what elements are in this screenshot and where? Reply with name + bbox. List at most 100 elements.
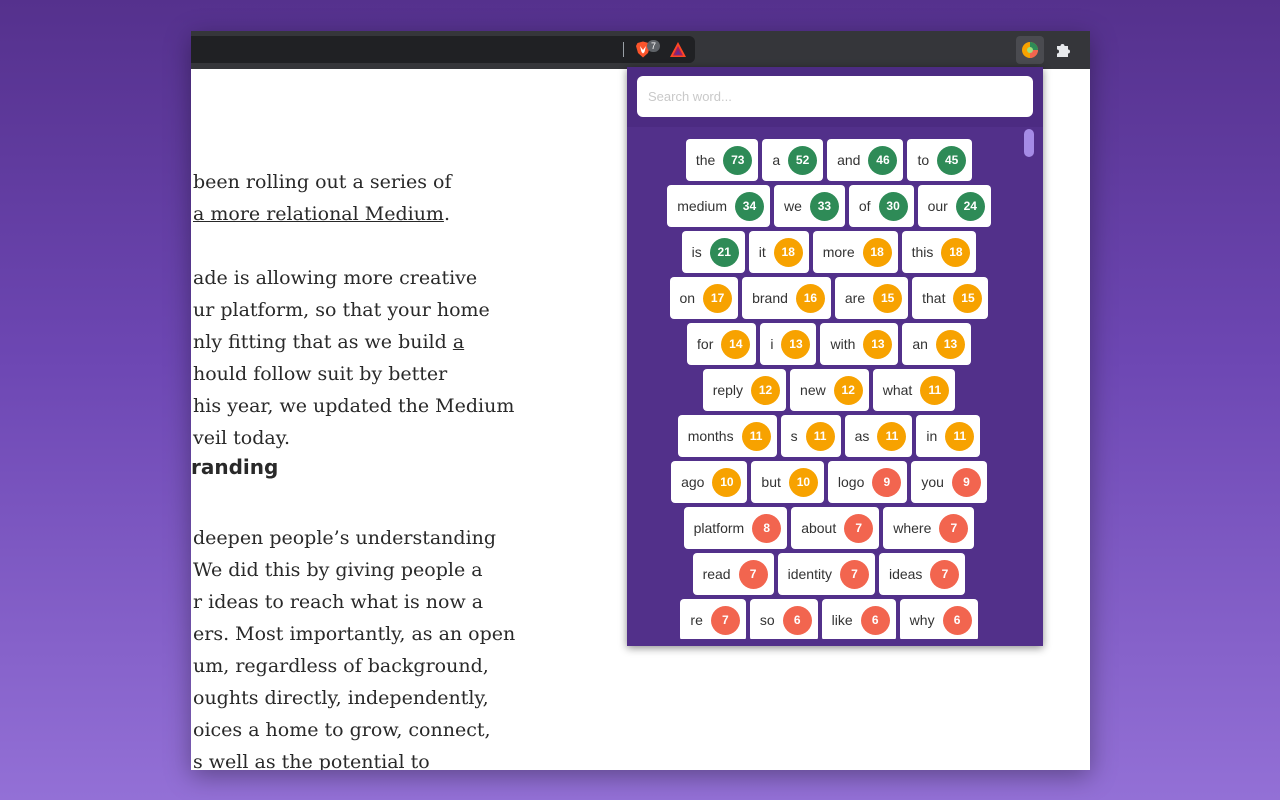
- word-label: a: [772, 152, 781, 168]
- word-chip[interactable]: ideas 7: [878, 553, 966, 595]
- word-chip[interactable]: on 17: [669, 277, 739, 319]
- word-label: to: [917, 152, 930, 168]
- word-count-badge: 8: [752, 513, 782, 543]
- word-label: about: [801, 520, 837, 536]
- word-chip[interactable]: but 10: [751, 461, 824, 503]
- word-count-badge: 14: [721, 329, 751, 359]
- word-count-badge: 33: [809, 191, 839, 221]
- word-chip[interactable]: medium 34: [667, 185, 770, 227]
- word-label: with: [830, 336, 856, 352]
- word-chip[interactable]: of 30: [848, 185, 914, 227]
- word-chip[interactable]: and 46: [827, 139, 904, 181]
- word-label: where: [893, 520, 932, 536]
- word-chip[interactable]: are 15: [834, 277, 909, 319]
- omnibox-divider: [623, 42, 624, 57]
- popup-header: [627, 67, 1043, 127]
- word-chip[interactable]: why 6: [899, 599, 978, 639]
- word-count-badge: 10: [788, 467, 818, 497]
- word-counter-extension-button[interactable]: [1016, 36, 1044, 64]
- bat-rewards-icon[interactable]: [669, 41, 687, 58]
- word-chip[interactable]: new 12: [790, 369, 869, 411]
- word-count-badge: 24: [955, 191, 985, 221]
- article-link[interactable]: a more relational Medium: [193, 203, 444, 225]
- word-chip[interactable]: with 13: [820, 323, 899, 365]
- word-chip[interactable]: to 45: [907, 139, 973, 181]
- word-chip[interactable]: reply 12: [702, 369, 787, 411]
- word-chip[interactable]: re 7: [680, 599, 746, 639]
- article-line: ade is allowing more creative: [193, 267, 478, 289]
- word-label: our: [927, 198, 948, 214]
- word-count-badge: 18: [941, 237, 971, 267]
- word-count-badge: 11: [945, 421, 975, 451]
- word-chip[interactable]: so 6: [749, 599, 818, 639]
- word-chip[interactable]: it 18: [748, 231, 809, 273]
- article-line: r ideas to reach what is now a: [193, 591, 484, 613]
- word-chip[interactable]: for 14: [687, 323, 757, 365]
- extensions-button[interactable]: [1049, 36, 1077, 64]
- word-label: you: [921, 474, 944, 490]
- word-chip[interactable]: i 13: [760, 323, 817, 365]
- article-line: deepen people’s understanding: [193, 527, 497, 549]
- word-count-badge: 7: [738, 559, 768, 589]
- word-chip[interactable]: you 9: [911, 461, 987, 503]
- word-chip[interactable]: our 24: [917, 185, 991, 227]
- word-row: months 11 s 11 as 11 in 11: [637, 415, 1021, 457]
- word-count-badge: 11: [741, 421, 771, 451]
- article-line: oices a home to grow, connect,: [193, 719, 491, 741]
- word-chip[interactable]: that 15: [912, 277, 989, 319]
- word-chip[interactable]: we 33: [773, 185, 845, 227]
- word-label: s: [790, 428, 798, 444]
- word-label: read: [702, 566, 731, 582]
- word-row: reply 12 new 12 what 11: [637, 369, 1021, 411]
- word-chip[interactable]: months 11: [677, 415, 777, 457]
- article-line: veil today.: [193, 427, 290, 449]
- word-frequency-popup: the73a52and46to45 medium34we33 of 30 our 24 is…: [627, 67, 1043, 646]
- word-chip[interactable]: where 7: [883, 507, 975, 549]
- search-word-input[interactable]: [637, 76, 1033, 117]
- word-count-badge: 10: [712, 467, 742, 497]
- word-chip[interactable]: ago 10: [671, 461, 748, 503]
- word-label: like: [831, 612, 853, 628]
- word-chip[interactable]: an 13: [902, 323, 971, 365]
- article-link[interactable]: a: [453, 331, 464, 353]
- word-row: for 14 i 13 with 13 an 13: [637, 323, 1021, 365]
- word-chip[interactable]: platform 8: [683, 507, 788, 549]
- address-bar[interactable]: 7: [191, 36, 695, 63]
- word-chip[interactable]: the 73: [685, 139, 759, 181]
- word-label: but: [761, 474, 781, 490]
- article-line: hould follow suit by better: [193, 363, 448, 385]
- word-chip[interactable]: read 7: [692, 553, 774, 595]
- word-cloud: the 73 a 52 and 46 to 45 medium 34 we 33 of 30 our 24 is…: [637, 139, 1021, 639]
- word-chip[interactable]: s 11: [780, 415, 841, 457]
- extensions-puzzle-icon: [1057, 44, 1070, 57]
- word-chip[interactable]: this 18: [901, 231, 977, 273]
- word-count-badge: 12: [751, 375, 781, 405]
- word-chip[interactable]: brand 16: [742, 277, 831, 319]
- word-chip[interactable]: in 11: [916, 415, 981, 457]
- word-chip[interactable]: identity 7: [777, 553, 875, 595]
- article-line: s well as the potential to: [193, 751, 430, 770]
- word-count-badge: 15: [873, 283, 903, 313]
- word-label: of: [858, 198, 871, 214]
- word-chip[interactable]: a 52: [762, 139, 824, 181]
- word-chip[interactable]: more 18: [812, 231, 898, 273]
- word-label: the: [695, 152, 716, 168]
- word-chip[interactable]: about 7: [791, 507, 880, 549]
- scrollbar-thumb[interactable]: [1024, 129, 1034, 157]
- word-count-badge: 7: [839, 559, 869, 589]
- word-count-badge: 11: [877, 421, 907, 451]
- word-count-badge: 18: [773, 237, 803, 267]
- word-chip[interactable]: is 21: [681, 231, 745, 273]
- article-line: oughts directly, independently,: [193, 687, 489, 709]
- word-label: it: [758, 244, 766, 260]
- word-row: is 21 it 18 more 18 this 18: [637, 231, 1021, 273]
- word-count-badge: 21: [709, 237, 739, 267]
- word-count-badge: 30: [878, 191, 908, 221]
- word-chip[interactable]: like 6: [821, 599, 896, 639]
- word-row: read 7 identity 7 ideas 7: [637, 553, 1021, 595]
- word-chip[interactable]: logo 9: [827, 461, 908, 503]
- word-chip[interactable]: what 11: [872, 369, 956, 411]
- word-chip[interactable]: as 11: [844, 415, 913, 457]
- word-row: platform 8 about 7 where 7: [637, 507, 1021, 549]
- word-label: reply: [712, 382, 744, 398]
